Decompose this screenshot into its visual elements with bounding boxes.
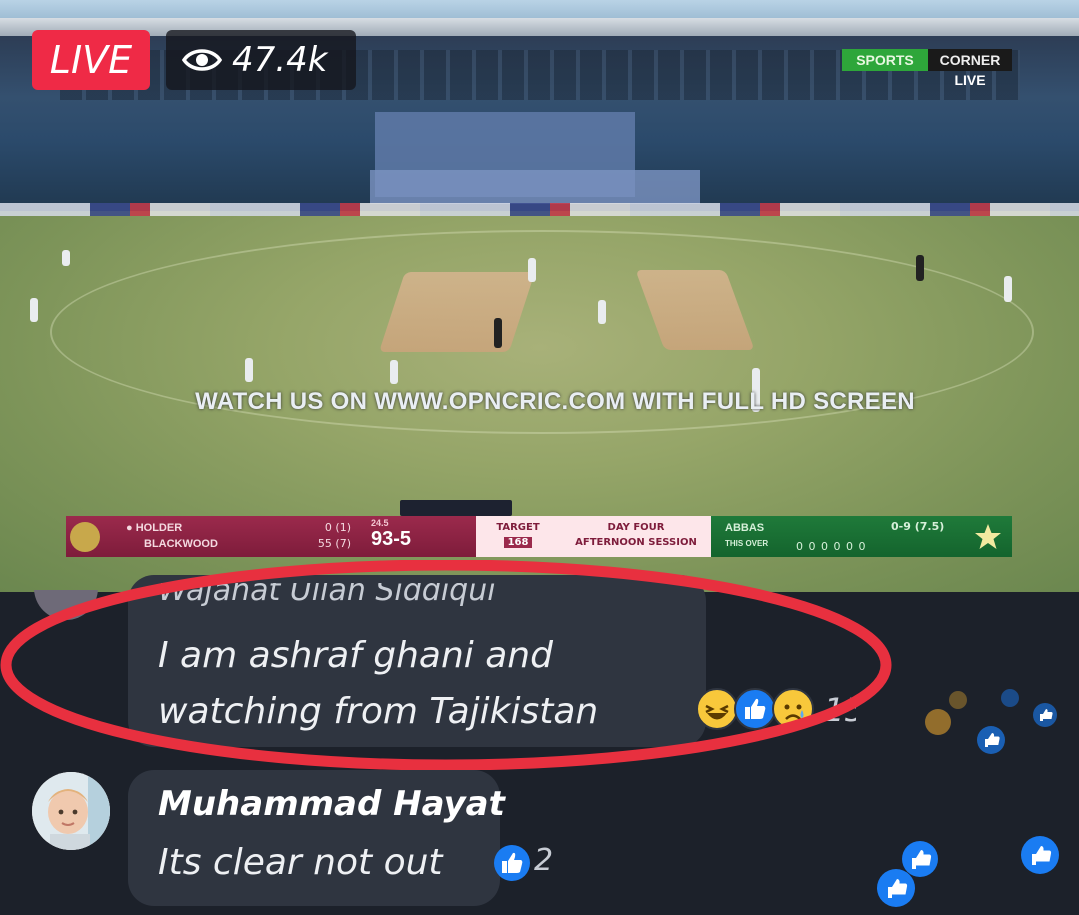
comment-line: watching from Tajikistan — [158, 691, 599, 732]
fielder — [1004, 276, 1012, 302]
floating-like-icon — [1001, 689, 1019, 707]
avatar[interactable] — [34, 590, 98, 620]
fielder — [528, 258, 536, 282]
bowler-figures: 0-9 (7.5) — [891, 520, 945, 533]
fielder — [245, 358, 253, 382]
target-label: TARGET — [496, 522, 540, 533]
like-icon — [734, 688, 776, 730]
fielder — [390, 360, 398, 384]
fielder — [62, 250, 70, 266]
avatar[interactable] — [32, 772, 110, 850]
score-tab — [400, 500, 512, 516]
batter-stat: 0 (1) — [324, 521, 351, 534]
fielder — [30, 298, 38, 322]
channel-logo-left: SPORTS — [842, 49, 928, 71]
advertising-boards — [0, 203, 1079, 217]
channel-logo: SPORTS CORNER LIVE — [842, 45, 1012, 89]
target: TARGET 168 — [488, 520, 548, 550]
viewer-count: 47.4k — [232, 40, 328, 80]
comment-author[interactable]: Muhammad Hayat — [158, 782, 505, 826]
comment-line: I am ashraf ghani and — [158, 635, 553, 676]
bowler: ABBAS THIS OVER — [725, 520, 768, 552]
day-label: DAY FOUR — [607, 522, 665, 533]
this-over-balls: 0 0 0 0 0 0 — [796, 540, 867, 553]
batter-stat: 55 (7) — [317, 537, 351, 550]
batter-stats: 0 (1) 55 (7) — [311, 520, 351, 552]
live-badge: LIVE — [32, 30, 150, 90]
fielder — [598, 300, 606, 324]
team-score: 24.5 93-5 — [371, 518, 411, 551]
this-over-label: THIS OVER — [725, 539, 769, 548]
batters: ● HOLDER BLACKWOOD — [126, 520, 218, 552]
session-label: AFTERNOON SESSION — [575, 537, 697, 548]
comment-reactions[interactable] — [696, 688, 826, 730]
reaction-count: 2 — [534, 843, 554, 878]
floating-like-icon — [877, 869, 915, 907]
batter-name: ● HOLDER — [126, 522, 183, 534]
pakistan-star-icon — [975, 524, 1001, 549]
channel-logo-right: CORNER — [928, 49, 1012, 71]
channel-logo-live: LIVE — [954, 72, 986, 88]
target-value: 168 — [503, 537, 533, 548]
live-video-player[interactable]: WATCH US ON WWW.OPNCRIC.COM WITH FULL HD… — [0, 0, 1079, 592]
team-logo-icon — [70, 522, 100, 552]
bowling-team-panel: ABBAS THIS OVER 0 0 0 0 0 0 0-9 (7.5) — [711, 516, 1012, 557]
comment-text: I am ashraf ghani and watching from Taji… — [158, 628, 698, 740]
match-info-panel: TARGET 168 DAY FOUR AFTERNOON SESSION — [476, 516, 711, 557]
like-icon[interactable] — [494, 845, 530, 881]
eye-icon — [182, 49, 222, 71]
comment-author[interactable]: Wajahat Ullah Siddiqui — [158, 583, 496, 607]
stadium-roof — [0, 18, 1079, 38]
pitch-strip — [379, 272, 535, 352]
floating-like-icon — [1021, 836, 1059, 874]
bowler-name: ABBAS — [725, 522, 765, 534]
batter-name: BLACKWOOD — [144, 538, 218, 550]
sad-icon — [772, 688, 814, 730]
promo-overlay-text: WATCH US ON WWW.OPNCRIC.COM WITH FULL HD… — [195, 388, 915, 415]
viewer-count-badge: 47.4k — [166, 30, 356, 90]
overs: 24.5 — [371, 518, 389, 528]
floating-like-icon — [1033, 703, 1057, 727]
child-avatar-icon — [32, 772, 110, 850]
stand-pavilion-lower — [370, 170, 700, 204]
floating-laugh-icon — [949, 691, 967, 709]
floating-like-icon — [977, 726, 1005, 754]
laugh-icon — [696, 688, 738, 730]
scoreboard: ● HOLDER BLACKWOOD 0 (1) 55 (7) 24.5 93-… — [66, 516, 1012, 557]
batting-team-panel: ● HOLDER BLACKWOOD 0 (1) 55 (7) 24.5 93-… — [66, 516, 476, 557]
reaction-count: 15 — [824, 692, 856, 728]
comment-text: Its clear not out — [158, 842, 443, 883]
umpire — [916, 255, 924, 281]
batsman — [494, 318, 502, 348]
floating-laugh-icon — [925, 709, 951, 735]
score: 93-5 — [371, 528, 412, 550]
session: DAY FOUR AFTERNOON SESSION — [561, 520, 711, 550]
